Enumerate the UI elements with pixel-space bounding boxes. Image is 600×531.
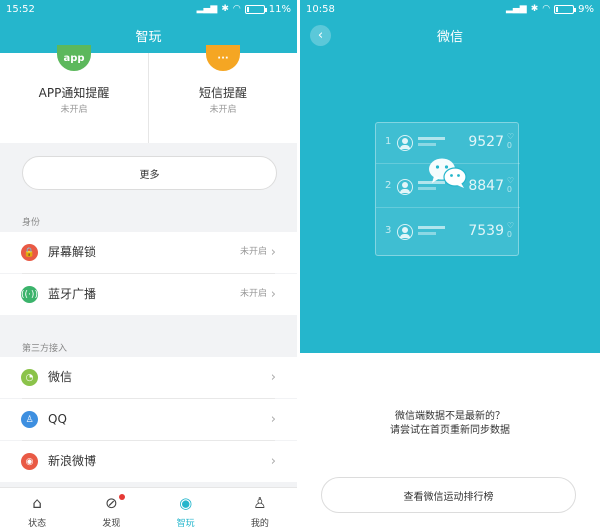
- bluetooth-icon: ((·)): [21, 286, 38, 303]
- list-item-label: 蓝牙广播: [48, 287, 97, 301]
- step-count: 9527: [468, 134, 504, 150]
- bottom-tab-bar: ⌂ 状态 ⊘ 发现 ◉ 智玩 ♙ 我的: [0, 487, 297, 531]
- chevron-right-icon: ›: [270, 370, 276, 385]
- page-title: 智玩: [135, 30, 162, 45]
- battery-icon: [554, 4, 577, 14]
- like-icon: ♡ 0: [506, 132, 514, 150]
- list-item-bluetooth-broadcast[interactable]: ((·)) 蓝牙广播 未开启 ›: [0, 274, 297, 315]
- app-icon: app: [57, 45, 91, 71]
- chevron-right-icon: ›: [270, 287, 276, 302]
- list-item-screen-unlock[interactable]: 🔒 屏幕解锁 未开启 ›: [0, 232, 297, 273]
- bluetooth-status-icon: ✱: [221, 3, 229, 14]
- page-title: 微信: [436, 30, 463, 45]
- more-button[interactable]: 更多: [22, 156, 277, 190]
- app-notify-title: APP通知提醒: [38, 86, 110, 100]
- sms-notify-title: 短信提醒: [198, 86, 247, 100]
- target-icon: ◉: [179, 494, 193, 512]
- name-placeholder: [418, 232, 436, 235]
- rank-number: 2: [385, 180, 392, 191]
- bluetooth-status-icon: ✱: [530, 3, 539, 14]
- status-bar: 15:52 ▂▄▆ ✱ ◠ 11%: [0, 0, 297, 18]
- weibo-icon: ◉: [21, 453, 38, 470]
- chevron-right-icon: ›: [270, 412, 276, 427]
- tab-label: 发现: [102, 519, 121, 529]
- sync-message-hint: 请尝试在首页重新同步数据: [390, 425, 510, 436]
- like-icon: ♡ 0: [506, 176, 514, 194]
- list-item-label: QQ: [48, 412, 67, 426]
- list-item-weibo[interactable]: ◉ 新浪微博 ›: [0, 441, 297, 482]
- rank-number: 3: [385, 225, 392, 236]
- notification-dot: [119, 494, 126, 500]
- tab-status[interactable]: ⌂ 状态: [0, 488, 74, 531]
- tab-mine[interactable]: ♙ 我的: [223, 488, 297, 531]
- name-placeholder: [418, 137, 445, 140]
- section-label-third-party: 第三方接入: [22, 344, 68, 354]
- list-item-label: 新浪微博: [48, 454, 97, 468]
- list-item-label: 微信: [48, 370, 73, 384]
- tab-label: 智玩: [176, 519, 195, 529]
- sms-icon: ···: [206, 45, 240, 71]
- ranking-illustration: 1 9527 ♡ 0 2 8847 ♡ 0 3 7539 ♡ 0: [375, 122, 520, 256]
- avatar-icon: [397, 179, 413, 195]
- person-icon: ♙: [253, 494, 267, 512]
- notify-card: app APP通知提醒 未开启 ··· 短信提醒 未开启: [0, 45, 297, 143]
- like-icon: ♡ 0: [506, 221, 514, 239]
- wechat-screen: 10:58 ▂▄▆ ✱ ◠ 9% ‹ 微信 1 9527 ♡ 0 2 8847 …: [300, 0, 600, 531]
- battery-percent: 11%: [268, 3, 291, 15]
- lock-icon: 🔒: [21, 244, 38, 261]
- status-time: 15:52: [6, 3, 35, 15]
- app-notify-item[interactable]: app APP通知提醒 未开启: [0, 45, 148, 143]
- list-item-qq[interactable]: ♙ QQ ›: [0, 399, 297, 440]
- avatar-icon: [397, 224, 413, 240]
- title-bar: ‹ 微信: [300, 18, 600, 53]
- sync-message-title: 微信端数据不是最新的？: [395, 411, 505, 422]
- name-placeholder: [418, 143, 436, 146]
- step-count: 7539: [468, 223, 504, 239]
- wechat-logo-icon: [429, 158, 467, 188]
- title-bar: 智玩: [0, 18, 297, 53]
- chevron-right-icon: ›: [270, 454, 276, 469]
- tab-label: 我的: [250, 519, 269, 529]
- compass-icon: ⊘: [105, 494, 118, 512]
- sms-notify-status: 未开启: [209, 105, 237, 115]
- tab-smart-play[interactable]: ◉ 智玩: [149, 488, 223, 531]
- back-button[interactable]: ‹: [310, 25, 331, 46]
- list-item-value: 未开启: [239, 247, 267, 257]
- ranking-row: 3 7539 ♡ 0: [376, 212, 520, 253]
- status-time: 10:58: [306, 3, 335, 15]
- tab-discover[interactable]: ⊘ 发现: [74, 488, 148, 531]
- wechat-hero: 1 9527 ♡ 0 2 8847 ♡ 0 3 7539 ♡ 0: [300, 53, 600, 353]
- rank-number: 1: [385, 136, 392, 147]
- battery-percent: 9%: [578, 3, 594, 15]
- name-placeholder: [418, 226, 445, 229]
- home-icon: ⌂: [32, 494, 42, 512]
- tab-label: 状态: [28, 519, 47, 529]
- signal-icon: ▂▄▆: [196, 3, 218, 14]
- section-label-identity: 身份: [22, 218, 41, 228]
- list-item-wechat[interactable]: ◔ 微信 ›: [0, 357, 297, 398]
- wifi-icon: ◠: [542, 3, 551, 14]
- signal-icon: ▂▄▆: [505, 3, 527, 14]
- sms-notify-item[interactable]: ··· 短信提醒 未开启: [148, 45, 297, 143]
- wechat-icon: ◔: [21, 369, 38, 386]
- qq-icon: ♙: [21, 411, 38, 428]
- avatar-icon: [397, 135, 413, 151]
- wifi-icon: ◠: [232, 3, 241, 14]
- chevron-right-icon: ›: [270, 245, 276, 260]
- app-notify-status: 未开启: [60, 105, 88, 115]
- battery-icon: [244, 4, 267, 14]
- list-item-label: 屏幕解锁: [48, 245, 97, 259]
- step-count: 8847: [468, 178, 504, 194]
- view-ranking-button[interactable]: 查看微信运动排行榜: [321, 477, 576, 513]
- list-item-value: 未开启: [239, 289, 267, 299]
- smart-play-screen: 15:52 ▂▄▆ ✱ ◠ 11% 智玩 app APP通知提醒 未开启 ···…: [0, 0, 297, 531]
- status-bar: 10:58 ▂▄▆ ✱ ◠ 9%: [300, 0, 600, 18]
